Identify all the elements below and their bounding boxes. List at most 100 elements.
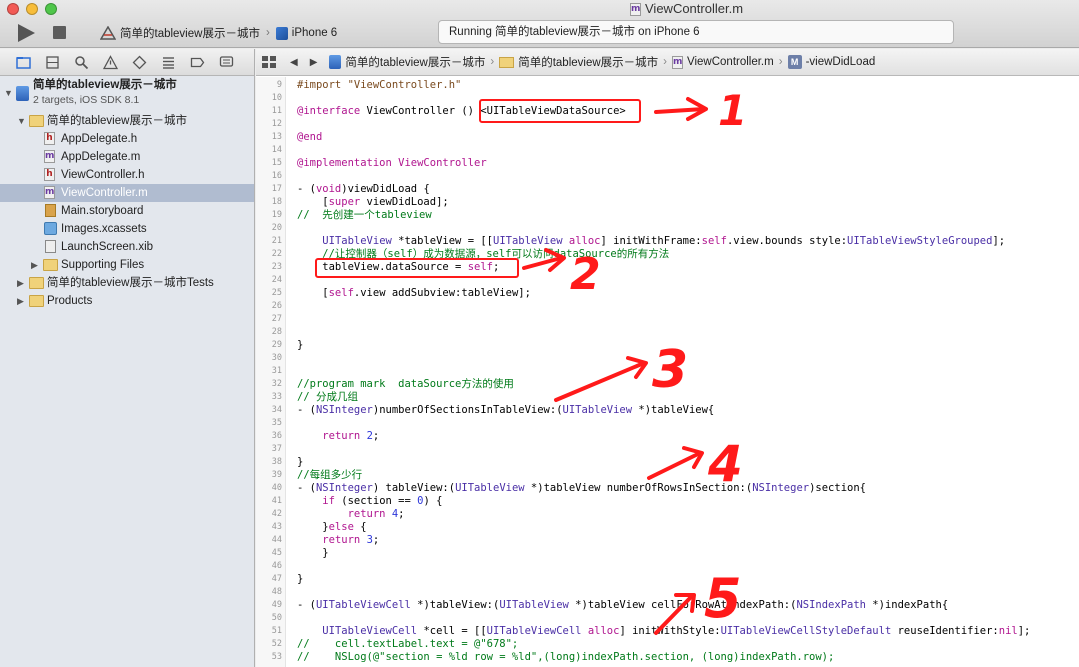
xib-file-icon xyxy=(45,240,56,253)
line-number: 13 xyxy=(271,132,282,142)
disclosure-collapsed-icon[interactable]: ▶ xyxy=(17,274,24,292)
tree-item-appdelegate-m[interactable]: m AppDelegate.m xyxy=(0,148,254,166)
tree-item-tests-group[interactable]: ▶ 简单的tableview展示－城市Tests xyxy=(0,274,254,292)
line-number: 10 xyxy=(271,93,282,103)
annotation-label-1: 1 xyxy=(718,86,747,135)
tree-item-group-main[interactable]: ▼ 简单的tableview展示－城市 xyxy=(0,112,254,130)
debug-navigator-tab[interactable] xyxy=(157,53,179,71)
zoom-window-button[interactable] xyxy=(45,3,57,15)
disclosure-expanded-icon[interactable]: ▼ xyxy=(4,84,13,102)
folder-icon xyxy=(29,115,44,127)
code-line: @implementation ViewController xyxy=(297,157,487,169)
folder-icon xyxy=(29,295,44,307)
back-arrow-icon[interactable]: ◀ xyxy=(290,57,298,68)
line-number: 34 xyxy=(271,405,282,415)
project-root-row[interactable]: ▼ 简单的tableview展示－城市 2 targets, iOS SDK 8… xyxy=(0,78,254,112)
annotation-arrow-4 xyxy=(647,451,702,480)
line-number: 46 xyxy=(271,561,282,571)
code-line: @end xyxy=(297,131,323,143)
line-number: 12 xyxy=(271,119,282,129)
line-number: 27 xyxy=(271,314,282,324)
line-number: 45 xyxy=(271,548,282,558)
report-navigator-tab[interactable] xyxy=(215,53,237,71)
disclosure-collapsed-icon[interactable]: ▶ xyxy=(31,256,38,274)
run-button[interactable] xyxy=(15,22,37,44)
project-navigator-panel: ▼ 简单的tableview展示－城市 2 targets, iOS SDK 8… xyxy=(0,49,255,667)
line-number: 52 xyxy=(271,639,282,649)
line-number: 50 xyxy=(271,613,282,623)
tree-item-images-xcassets[interactable]: Images.xcassets xyxy=(0,220,254,238)
warning-icon xyxy=(102,54,118,69)
code-line: //每组多少行 xyxy=(297,469,363,481)
line-number: 20 xyxy=(271,223,282,233)
line-number: 51 xyxy=(271,626,282,636)
tree-item-launchscreen-xib[interactable]: LaunchScreen.xib xyxy=(0,238,254,256)
minimize-window-button[interactable] xyxy=(26,3,38,15)
list-icon xyxy=(162,56,174,69)
line-number: 42 xyxy=(271,509,282,519)
tree-item-viewcontroller-m[interactable]: m ViewController.m xyxy=(0,184,254,202)
code-line: - (NSInteger)numberOfSectionsInTableView… xyxy=(297,404,715,416)
tree-item-appdelegate-h[interactable]: h AppDelegate.h xyxy=(0,130,254,148)
jumpbar-crumb-project[interactable]: 简单的tableview展示－城市 xyxy=(329,54,485,70)
folder-icon xyxy=(15,56,31,69)
search-icon xyxy=(74,55,88,69)
objc-file-icon: m xyxy=(630,2,641,16)
scheme-target-label: 简单的tableview展示－城市 xyxy=(120,28,260,40)
test-navigator-tab[interactable] xyxy=(128,53,150,71)
find-navigator-tab[interactable] xyxy=(70,53,92,71)
project-subtitle: 2 targets, iOS SDK 8.1 xyxy=(33,94,140,106)
line-number: 41 xyxy=(271,496,282,506)
tree-item-main-storyboard[interactable]: Main.storyboard xyxy=(0,202,254,220)
folder-icon xyxy=(43,259,58,271)
jumpbar-crumb-file[interactable]: m ViewController.m xyxy=(672,55,774,69)
jumpbar-crumb-group[interactable]: 简单的tableview展示－城市 xyxy=(499,54,658,70)
window-title-text: ViewController.m xyxy=(645,1,744,16)
asset-catalog-icon xyxy=(44,222,57,235)
issue-navigator-tab[interactable] xyxy=(99,53,121,71)
code-line: //program mark dataSource方法的使用 xyxy=(297,378,514,390)
related-items-grid-icon[interactable] xyxy=(262,56,276,68)
tree-item-label: Images.xcassets xyxy=(61,223,147,235)
hierarchy-icon xyxy=(45,55,59,69)
annotation-box-datasource-assignment xyxy=(315,258,519,278)
xcode-project-icon xyxy=(16,86,29,101)
code-line: } xyxy=(297,547,329,559)
code-text-area[interactable]: 9 10 11 12 13 14 15 16 17 18 19 20 21 22 23 24 25 26 27 28 2… xyxy=(256,77,1079,667)
symbol-navigator-tab[interactable] xyxy=(41,53,63,71)
speech-bubble-icon xyxy=(219,55,233,67)
line-number: 9 xyxy=(276,80,282,90)
code-line: - (void)viewDidLoad { xyxy=(297,183,430,195)
code-line: // 先创建一个tableview xyxy=(297,209,432,221)
chevron-right-icon: › xyxy=(778,56,783,68)
forward-arrow-icon[interactable]: ▶ xyxy=(310,57,318,68)
stop-button[interactable] xyxy=(53,26,66,39)
annotation-arrowhead-1 xyxy=(686,97,708,121)
chevron-right-icon: › xyxy=(490,56,495,68)
project-navigator-tab[interactable] xyxy=(12,53,34,71)
tree-item-supporting-files[interactable]: ▶ Supporting Files xyxy=(0,256,254,274)
crumb-label: -viewDidLoad xyxy=(805,56,876,68)
close-window-button[interactable] xyxy=(7,3,19,15)
diamond-icon xyxy=(132,55,146,69)
tree-item-label: AppDelegate.m xyxy=(61,151,141,163)
annotation-arrowhead-4 xyxy=(682,446,704,469)
breakpoint-navigator-tab[interactable] xyxy=(186,53,208,71)
scheme-selector[interactable]: 简单的tableview展示－城市 › iPhone 6 xyxy=(100,24,337,42)
tree-item-viewcontroller-h[interactable]: h ViewController.h xyxy=(0,166,254,184)
line-number: 30 xyxy=(271,353,282,363)
jump-bar: ◀ ▶ 简单的tableview展示－城市 › 简单的tableview展示－城… xyxy=(256,49,1079,76)
tree-item-products[interactable]: ▶ Products xyxy=(0,292,254,310)
line-number: 48 xyxy=(271,587,282,597)
code-line: return 4; xyxy=(347,508,405,520)
code-line: [super viewDidLoad]; xyxy=(297,196,449,208)
activity-viewer: Running 简单的tableview展示－城市 on iPhone 6 xyxy=(438,20,954,44)
disclosure-collapsed-icon[interactable]: ▶ xyxy=(17,292,24,310)
code-line: return 2; xyxy=(322,430,380,442)
tree-item-label: Products xyxy=(47,295,93,307)
line-number: 21 xyxy=(271,236,282,246)
chevron-right-icon: › xyxy=(265,27,270,39)
disclosure-expanded-icon[interactable]: ▼ xyxy=(17,112,26,130)
jumpbar-crumb-method[interactable]: M -viewDidLoad xyxy=(787,55,876,69)
objc-file-icon: m xyxy=(44,150,55,163)
